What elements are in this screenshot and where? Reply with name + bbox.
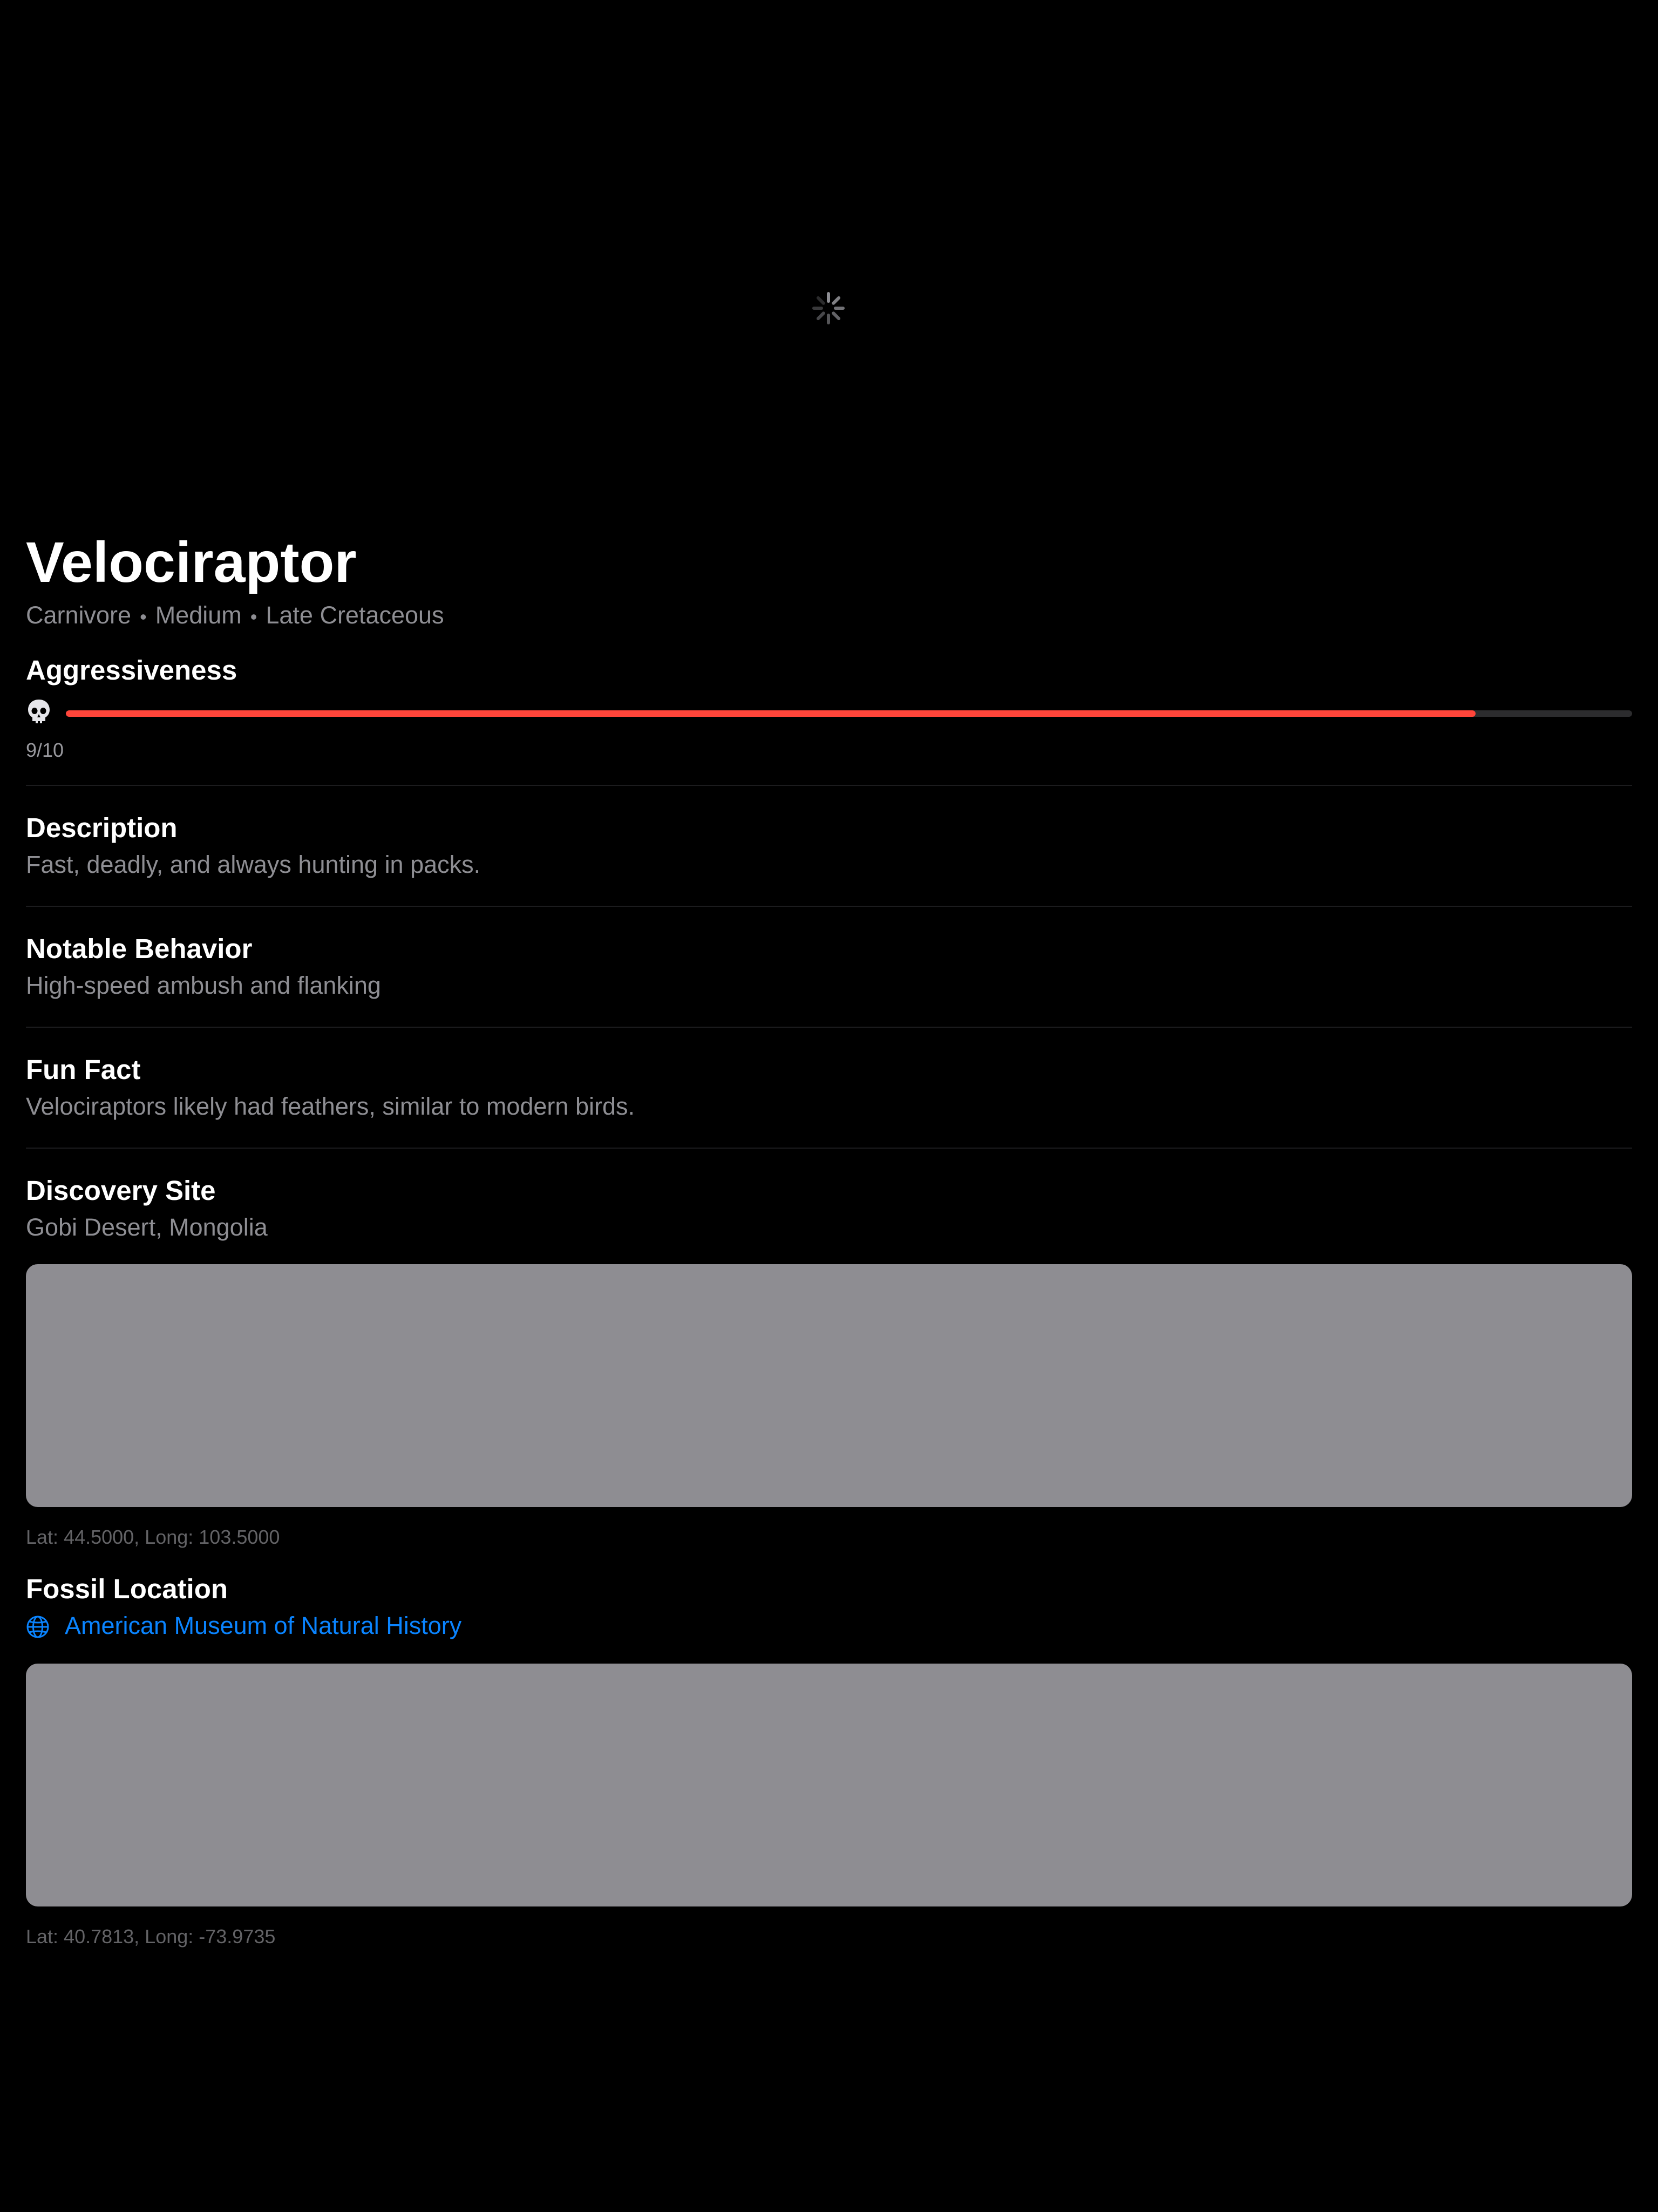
aggressiveness-bar-track (66, 710, 1632, 717)
description-title: Description (26, 812, 178, 843)
size-label: Medium (155, 601, 242, 629)
fun-fact-text: Velociraptors likely had feathers, simil… (26, 1093, 635, 1120)
aggressiveness-value: 9/10 (26, 739, 64, 761)
discovery-site-title: Discovery Site (26, 1175, 216, 1206)
discovery-site-name: Gobi Desert, Mongolia (26, 1213, 268, 1241)
description-text: Fast, deadly, and always hunting in pack… (26, 851, 481, 878)
activity-spinner-icon (812, 292, 845, 324)
divider (26, 1148, 1632, 1149)
discovery-site-coordinates: Lat: 44.5000, Long: 103.5000 (26, 1526, 280, 1548)
fossil-location-coordinates: Lat: 40.7813, Long: -73.9735 (26, 1925, 276, 1948)
dinosaur-meta: Carnivore • Medium • Late Cretaceous (26, 600, 444, 632)
aggressiveness-meter (26, 697, 1632, 728)
fossil-location-title: Fossil Location (26, 1573, 228, 1604)
divider (26, 785, 1632, 786)
fun-fact-title: Fun Fact (26, 1054, 141, 1085)
skull-icon (28, 700, 50, 723)
divider (26, 1027, 1632, 1028)
fossil-location-map[interactable] (26, 1664, 1632, 1906)
meta-separator: • (250, 606, 257, 628)
divider (26, 906, 1632, 907)
behavior-title: Notable Behavior (26, 933, 253, 964)
aggressiveness-bar-fill (66, 710, 1476, 717)
meta-separator: • (140, 606, 147, 628)
aggressiveness-title: Aggressiveness (26, 655, 237, 686)
diet-label: Carnivore (26, 601, 132, 629)
museum-link[interactable]: American Museum of Natural History (65, 1610, 461, 1642)
hero-image-area (0, 0, 1658, 518)
behavior-text: High-speed ambush and flanking (26, 972, 381, 999)
period-label: Late Cretaceous (266, 601, 444, 629)
page-title: Velociraptor (26, 531, 357, 594)
discovery-site-map[interactable] (26, 1264, 1632, 1507)
globe-icon (26, 1616, 49, 1638)
